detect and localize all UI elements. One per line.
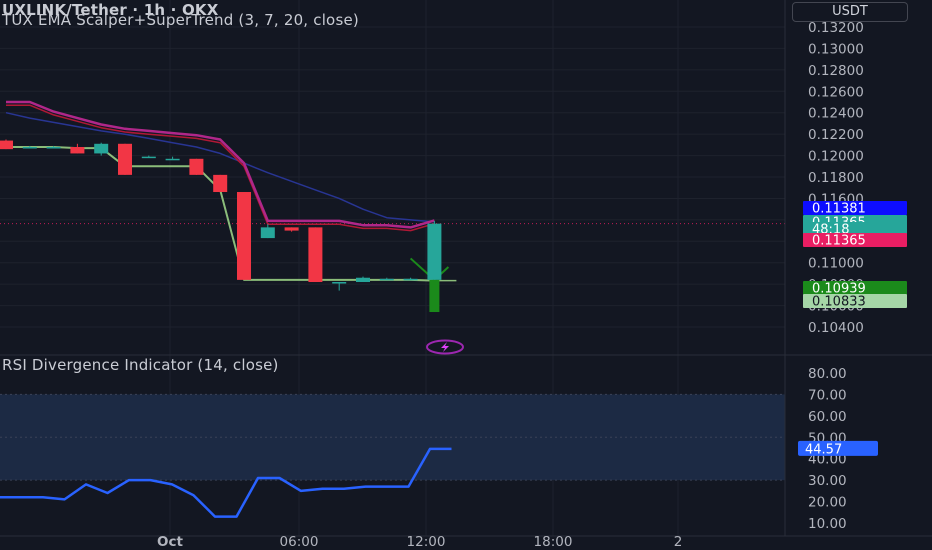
time-tick-label: 18:00: [534, 534, 573, 550]
candle-body: [70, 147, 85, 154]
candle-body: [118, 143, 132, 175]
candle-body: [379, 278, 394, 281]
price-tag-label: 0.11381: [812, 202, 866, 217]
candle-body: [260, 227, 275, 239]
candle-body: [165, 158, 180, 161]
currency-selector[interactable]: USDT: [792, 2, 908, 22]
price-tick-label: 0.10400: [808, 320, 864, 336]
candle-body: [94, 143, 109, 154]
rsi-indicator-title: RSI Divergence Indicator (14, close): [2, 356, 279, 374]
price-tick-label: 0.12000: [808, 149, 864, 165]
price-tick-label: 0.12600: [808, 84, 864, 100]
rsi-last-tag-label: 44.57: [805, 442, 842, 457]
time-tick-label: 12:00: [407, 534, 446, 550]
candle-body: [284, 227, 299, 231]
candle-body: [141, 156, 156, 159]
price-tag-label: 0.10833: [812, 295, 866, 310]
price-tick-label: 0.12800: [808, 63, 864, 79]
supertrend-bar: [429, 279, 440, 313]
candle-body: [308, 227, 323, 283]
rsi-tick-label: 60.00: [808, 409, 847, 425]
indicator-title: TUX EMA Scalper+SuperTrend (3, 7, 20, cl…: [2, 11, 359, 29]
candle-body: [427, 223, 442, 280]
chart-canvas[interactable]: 0.13200 0.13000 0.12800 0.12600 0.12400 0.122…: [0, 0, 932, 550]
time-tick-label: 06:00: [280, 534, 319, 550]
candle-body: [403, 278, 418, 281]
candle-body: [356, 277, 370, 283]
rsi-tick-label: 70.00: [808, 387, 847, 403]
price-tick-label: 0.13000: [808, 41, 864, 57]
candle-body: [213, 174, 228, 193]
candle-body: [189, 158, 204, 175]
candle-body: [46, 147, 61, 149]
time-tick-label: 2: [674, 534, 683, 550]
price-tag-label: 0.11365: [812, 234, 866, 249]
price-tick-label: 0.12200: [808, 127, 864, 143]
rsi-tick-label: 20.00: [808, 495, 847, 511]
price-tick-label: 0.12400: [808, 106, 864, 122]
price-tick-label: 0.11800: [808, 170, 864, 186]
candle-body: [237, 192, 251, 280]
rsi-tick-label: 10.00: [808, 516, 847, 532]
candle-body: [332, 282, 347, 284]
rsi-tick-label: 30.00: [808, 473, 847, 489]
candle-body: [0, 140, 13, 150]
candle-body: [22, 147, 37, 149]
rsi-band: [0, 394, 785, 481]
rsi-tick-label: 80.00: [808, 366, 847, 382]
price-tick-label: 0.13200: [808, 20, 864, 36]
time-tick-label: Oct: [157, 534, 183, 550]
price-tick-label: 0.11000: [808, 256, 864, 272]
